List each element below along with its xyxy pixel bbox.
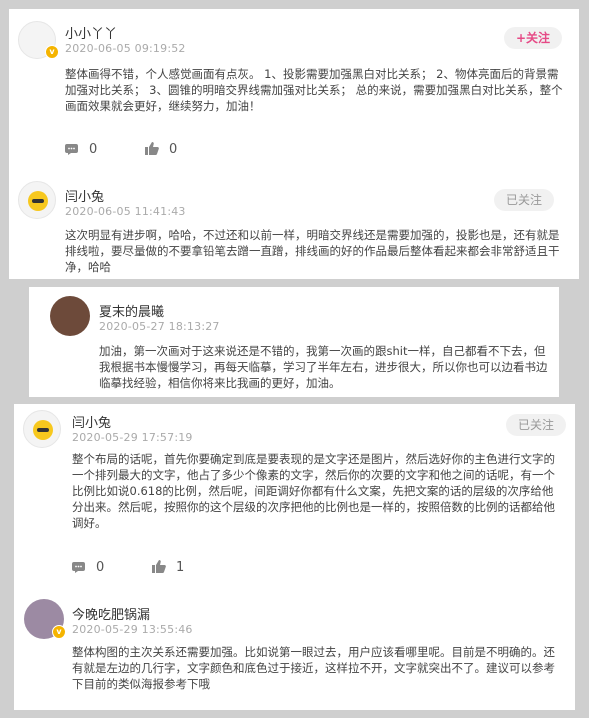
verified-badge-icon: v [45, 45, 59, 59]
comment-time: 2020-05-29 13:55:46 [72, 623, 193, 636]
comment-time: 2020-06-05 11:41:43 [65, 205, 186, 218]
comment-text: 这次明显有进步啊，哈哈，不过还和以前一样，明暗交界线还是需要加强的，投影也是，还… [65, 228, 560, 274]
commenter-name[interactable]: 小小丫丫 [65, 23, 117, 42]
avatar[interactable] [18, 181, 56, 219]
following-button[interactable]: 已关注 [506, 414, 567, 436]
comment-icon[interactable] [65, 144, 78, 155]
following-button[interactable]: 已关注 [494, 189, 555, 211]
verified-badge-icon: v [52, 625, 66, 639]
commenter-name[interactable]: 夏末的晨曦 [99, 301, 164, 320]
comment-count: 0 [96, 560, 105, 575]
comment-time: 2020-05-27 18:13:27 [99, 320, 220, 333]
like-count: 1 [176, 560, 185, 575]
follow-button[interactable]: +关注 [504, 27, 563, 49]
emoji-face-icon [28, 191, 48, 211]
comment-icon[interactable] [72, 562, 85, 573]
avatar[interactable] [50, 296, 90, 336]
avatar[interactable] [23, 410, 61, 448]
comment-card-3: 闫小兔 2020-05-29 17:57:19 已关注 整个布局的话呢，首先你要… [14, 404, 575, 710]
comment-time: 2020-05-29 17:57:19 [72, 431, 193, 444]
emoji-face-icon [33, 420, 53, 440]
comment-text: 整个布局的话呢，首先你要确定到底是要表现的是文字还是图片，然后选好你的主色进行文… [72, 452, 555, 530]
commenter-name[interactable]: 今晚吃肥锅漏 [72, 604, 150, 623]
comment-count: 0 [89, 142, 98, 157]
comment-text: 整体画得不错，个人感觉画面有点灰。 1、投影需要加强黑白对比关系； 2、物体亮面… [65, 67, 563, 113]
like-count: 0 [169, 142, 178, 157]
comment-card-1: v 小小丫丫 2020-06-05 09:19:52 +关注 整体画得不错，个人… [9, 9, 579, 279]
commenter-name[interactable]: 闫小兔 [72, 412, 111, 431]
comment-card-2: 夏末的晨曦 2020-05-27 18:13:27 加油，第一次画对于这来说还是… [29, 287, 559, 397]
like-icon[interactable] [145, 142, 159, 155]
commenter-name[interactable]: 闫小兔 [65, 186, 104, 205]
comment-text: 整体构图的主次关系还需要加强。比如说第一眼过去，用户应该看哪里呢。目前是不明确的… [72, 645, 555, 691]
like-icon[interactable] [152, 560, 166, 573]
comment-time: 2020-06-05 09:19:52 [65, 42, 186, 55]
comment-text: 加油，第一次画对于这来说还是不错的，我第一次画的跟shit一样，自己都看不下去，… [99, 344, 548, 390]
